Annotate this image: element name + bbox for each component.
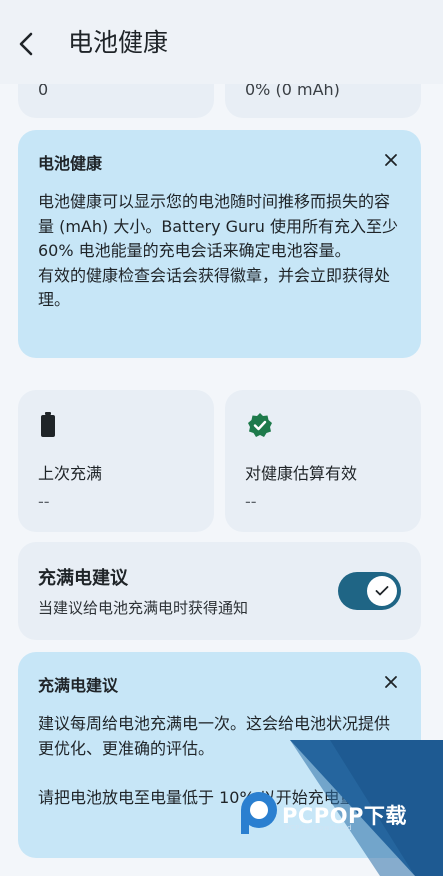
valid-health-estimate-label: 对健康估算有效 xyxy=(245,464,358,483)
verified-badge-icon xyxy=(247,412,273,442)
app-bar: 电池健康 xyxy=(0,0,443,84)
last-full-charge-card: 上次充满 -- xyxy=(18,390,214,532)
last-full-charge-value: -- xyxy=(38,492,50,511)
close-battery-health-info-button[interactable] xyxy=(379,148,403,172)
full-charge-info-body: 建议每周给电池充满电一次。这会给电池状况提供更优化、更准确的评估。 请把电池放电… xyxy=(38,712,400,810)
chevron-left-icon xyxy=(19,32,33,56)
full-charge-info-paragraph xyxy=(38,761,400,786)
battery-health-info-title: 电池健康 xyxy=(38,154,103,173)
battery-health-info-paragraph: 电池健康可以显示您的电池随时间推移而损失的容量 (mAh) 大小。Battery… xyxy=(38,192,398,260)
full-charge-info-title: 充满电建议 xyxy=(38,676,119,695)
last-full-charge-label: 上次充满 xyxy=(38,464,103,483)
toggle-knob xyxy=(367,576,397,606)
battery-full-icon xyxy=(40,412,56,442)
valid-health-estimate-card: 对健康估算有效 -- xyxy=(225,390,421,532)
full-charge-info-paragraph: 建议每周给电池充满电一次。这会给电池状况提供更优化、更准确的评估。 xyxy=(38,714,391,758)
full-charge-toggle[interactable] xyxy=(338,572,401,610)
full-charge-setting-subtitle: 当建议给电池充满电时获得通知 xyxy=(38,599,249,617)
battery-health-info-paragraph: 有效的健康检查会话会获得徽章，并会立即获得处理。 xyxy=(38,265,391,310)
watermark-subtext: PCPOP Download xyxy=(285,824,353,832)
close-full-charge-info-button[interactable] xyxy=(379,670,403,694)
check-icon xyxy=(375,586,389,596)
battery-health-info-body: 电池健康可以显示您的电池随时间推移而损失的容量 (mAh) 大小。Battery… xyxy=(38,190,400,313)
full-charge-setting-title: 充满电建议 xyxy=(38,568,128,589)
full-charge-setting-card[interactable]: 充满电建议 当建议给电池充满电时获得通知 xyxy=(18,542,421,640)
close-icon xyxy=(385,676,397,688)
battery-health-info-card: 电池健康 电池健康可以显示您的电池随时间推移而损失的容量 (mAh) 大小。Ba… xyxy=(18,130,421,358)
close-icon xyxy=(385,154,397,166)
page-title: 电池健康 xyxy=(68,28,169,57)
back-button[interactable] xyxy=(8,24,44,64)
valid-health-estimate-value: -- xyxy=(245,492,257,511)
